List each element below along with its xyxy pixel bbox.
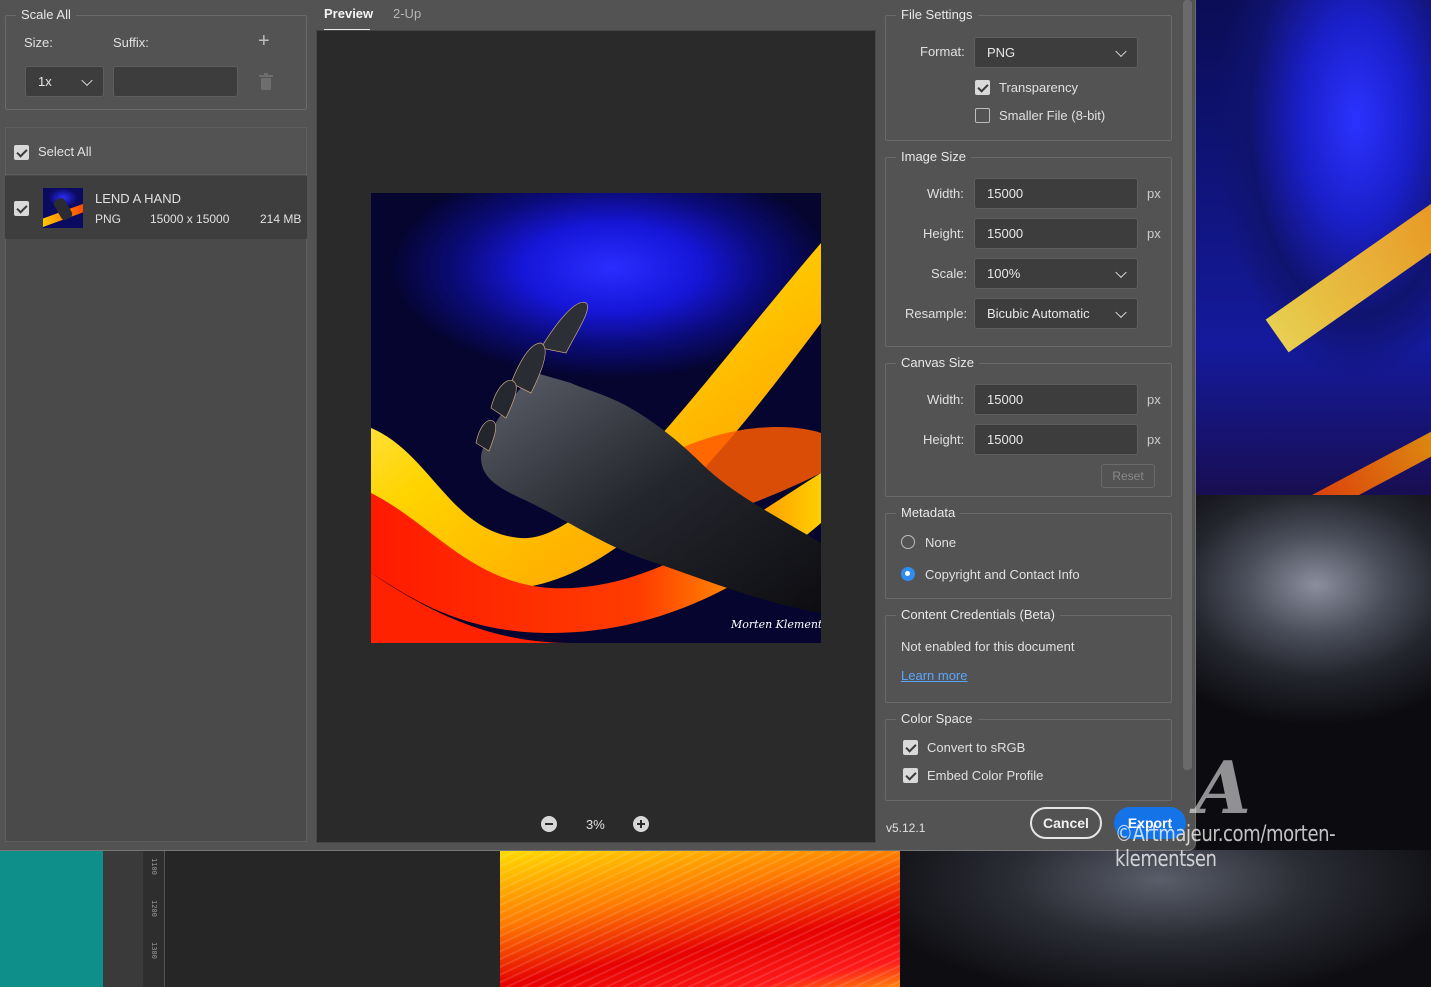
workspace-canvas-area [165, 850, 500, 987]
canvas-width-input[interactable]: 15000 [974, 384, 1138, 415]
content-credentials-title: Content Credentials (Beta) [896, 607, 1060, 622]
transparency-label: Transparency [999, 80, 1078, 95]
metadata-none-radio[interactable] [901, 535, 915, 549]
content-credentials-group: Content Credentials (Beta) [885, 607, 1172, 703]
asset-name: LEND A HAND [95, 191, 181, 206]
reset-button[interactable]: Reset [1101, 464, 1155, 488]
learn-more-link[interactable]: Learn more [901, 668, 967, 683]
size-label: Size: [24, 35, 53, 50]
canvas-height-label: Height: [923, 432, 965, 447]
artwork-signature: Morten Klementsen [730, 618, 821, 631]
version-label: v5.12.1 [886, 821, 926, 835]
image-width-label: Width: [927, 186, 964, 201]
ruler-label: 1100 [150, 858, 158, 875]
asset-checkbox[interactable] [14, 201, 29, 216]
suffix-input[interactable] [113, 66, 238, 97]
scale-select-value: 100% [987, 266, 1021, 281]
metadata-title: Metadata [896, 505, 961, 520]
watermark-text: ©Artmajeur.com/morten-klementsen [1115, 822, 1336, 872]
workspace-teal-panel [0, 850, 103, 987]
resample-select[interactable]: Bicubic Automatic [974, 298, 1138, 329]
preview-image: Morten Klementsen [371, 193, 821, 643]
zoom-out-icon[interactable] [541, 816, 557, 832]
convert-srgb-checkbox[interactable] [903, 740, 918, 755]
image-size-title: Image Size [896, 149, 972, 164]
canvas-height-input[interactable]: 15000 [974, 424, 1138, 455]
format-label: Format: [920, 44, 965, 59]
resample-select-value: Bicubic Automatic [987, 306, 1090, 321]
select-all-label: Select All [38, 144, 92, 159]
zoom-in-icon[interactable] [633, 816, 649, 832]
tab-2-up[interactable]: 2-Up [393, 6, 421, 21]
size-select[interactable]: 1x [25, 66, 104, 97]
workspace-grey-strip [103, 850, 143, 987]
asset-dimensions: 15000 x 15000 [150, 212, 230, 226]
color-space-group: Color Space [885, 711, 1172, 801]
select-all-checkbox[interactable] [14, 145, 29, 160]
transparency-checkbox[interactable] [975, 80, 990, 95]
image-height-unit: px [1147, 226, 1161, 241]
zoom-level: 3% [586, 817, 605, 832]
content-credentials-status: Not enabled for this document [901, 639, 1075, 654]
trash-icon[interactable] [259, 73, 273, 90]
format-select-value: PNG [987, 45, 1016, 60]
chevron-down-icon [1115, 45, 1127, 57]
image-width-input[interactable]: 15000 [974, 178, 1138, 209]
suffix-label: Suffix: [113, 35, 149, 50]
asset-thumbnail [43, 188, 83, 228]
metadata-group: Metadata [885, 505, 1172, 599]
scale-label: Scale: [931, 266, 968, 281]
chevron-down-icon [1115, 266, 1127, 278]
scale-all-title: Scale All [16, 7, 76, 22]
smaller-file-label: Smaller File (8-bit) [999, 108, 1106, 123]
canvas-height-unit: px [1147, 432, 1161, 447]
embed-profile-label: Embed Color Profile [927, 768, 1044, 783]
asset-size: 214 MB [260, 212, 302, 226]
canvas-width-label: Width: [927, 392, 964, 407]
metadata-copyright-label: Copyright and Contact Info [925, 567, 1080, 582]
resample-label: Resample: [905, 306, 968, 321]
convert-srgb-label: Convert to sRGB [927, 740, 1026, 755]
export-as-dialog: Scale All Size: Suffix: + 1x Select All … [0, 0, 1196, 851]
cancel-button[interactable]: Cancel [1030, 807, 1102, 839]
chevron-down-icon [81, 74, 93, 86]
ruler-label: 1300 [150, 942, 158, 959]
color-space-title: Color Space [896, 711, 978, 726]
metadata-none-label: None [925, 535, 957, 550]
format-select[interactable]: PNG [974, 37, 1138, 68]
canvas-width-unit: px [1147, 392, 1161, 407]
chevron-down-icon [1115, 306, 1127, 318]
file-settings-title: File Settings [896, 7, 978, 22]
right-panel-scrollbar[interactable] [1183, 0, 1192, 770]
image-height-label: Height: [923, 226, 965, 241]
metadata-copyright-radio[interactable] [901, 567, 915, 581]
smaller-file-checkbox[interactable] [975, 108, 990, 123]
size-select-value: 1x [38, 74, 52, 89]
asset-format: PNG [95, 212, 122, 226]
image-width-unit: px [1147, 186, 1161, 201]
screen: 1100 1200 1300 Scale All Size: Suffix: +… [0, 0, 1431, 987]
scale-select[interactable]: 100% [974, 258, 1138, 289]
ruler-label: 1200 [150, 900, 158, 917]
vertical-ruler: 1100 1200 1300 [143, 850, 165, 987]
image-height-input[interactable]: 15000 [974, 218, 1138, 249]
tab-preview[interactable]: Preview [324, 6, 373, 21]
add-scale-icon[interactable]: + [258, 30, 270, 53]
artmajeur-logo-icon: A [1195, 745, 1251, 830]
canvas-size-title: Canvas Size [896, 355, 979, 370]
embed-profile-checkbox[interactable] [903, 768, 918, 783]
